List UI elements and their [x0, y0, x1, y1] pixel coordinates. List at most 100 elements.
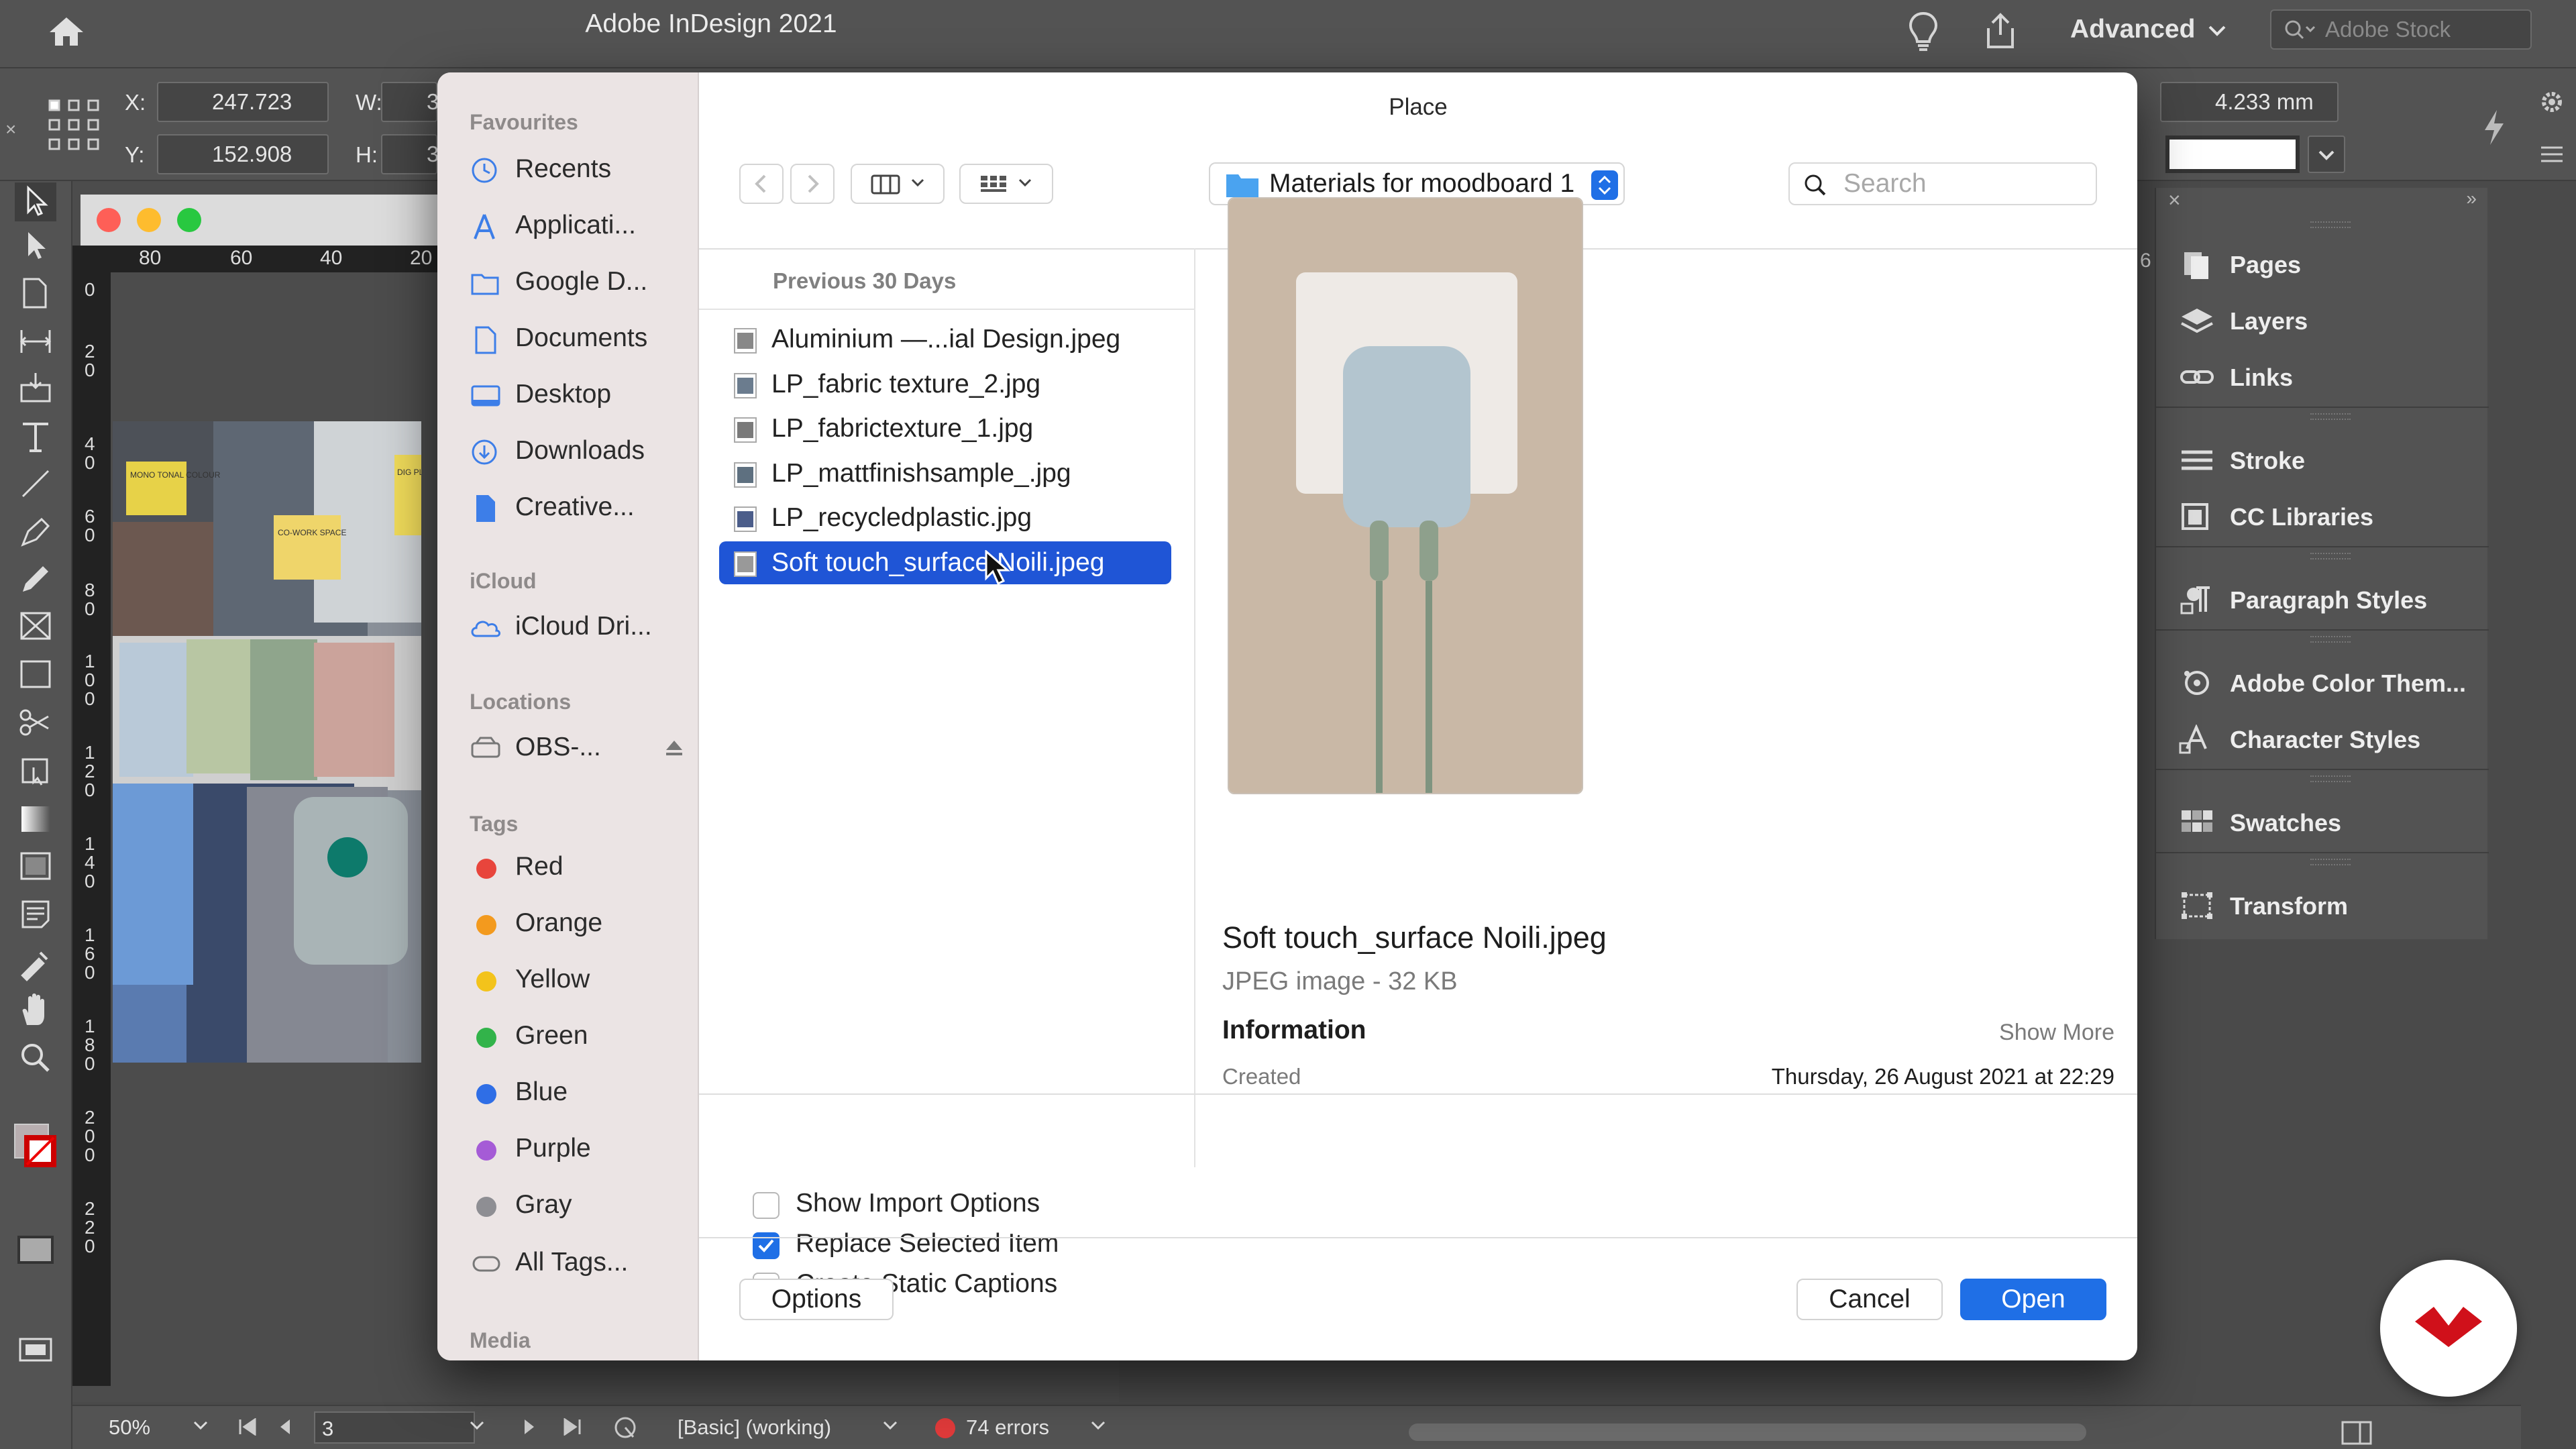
- collapse-panels-icon[interactable]: »: [2466, 188, 2477, 209]
- chevron-down-icon[interactable]: [1089, 1417, 1107, 1434]
- horizontal-scrollbar[interactable]: [1409, 1424, 2086, 1441]
- share-icon[interactable]: [1982, 11, 2019, 51]
- sidebar-item-applications[interactable]: Applicati...: [470, 203, 691, 250]
- panel-paragraph-styles[interactable]: Paragraph Styles: [2156, 572, 2489, 628]
- panel-character-styles[interactable]: Character Styles: [2156, 711, 2489, 767]
- preflight-profile[interactable]: [Basic] (working): [678, 1415, 831, 1440]
- stroke-weight-field[interactable]: 4.233 mm: [2160, 82, 2339, 122]
- cancel-button[interactable]: Cancel: [1796, 1279, 1943, 1320]
- panel-grip[interactable]: [2310, 859, 2351, 865]
- eject-icon[interactable]: [664, 738, 684, 758]
- sidebar-item-documents[interactable]: Documents: [470, 315, 691, 362]
- content-collector-icon[interactable]: [13, 368, 58, 409]
- checkbox[interactable]: [753, 1192, 780, 1219]
- chevron-down-icon[interactable]: [192, 1417, 209, 1434]
- open-button[interactable]: Open: [1960, 1279, 2106, 1320]
- sidebar-item-obs-drive[interactable]: OBS-...: [470, 724, 691, 771]
- note-tool-icon[interactable]: [13, 894, 58, 935]
- error-count[interactable]: 74 errors: [966, 1415, 1049, 1440]
- updown-chevron-icon[interactable]: [1591, 170, 1618, 200]
- y-position-field[interactable]: 152.908 mm: [157, 134, 329, 204]
- page-number-field[interactable]: 3: [314, 1411, 475, 1444]
- panel-cc-libraries[interactable]: CC Libraries: [2156, 488, 2489, 545]
- sidebar-item-google-drive[interactable]: Google D...: [470, 259, 691, 306]
- option-row[interactable]: Replace Selected Item: [753, 1229, 1155, 1263]
- selection-tool-icon[interactable]: [13, 181, 58, 223]
- group-by-button[interactable]: [959, 164, 1053, 204]
- first-page-icon[interactable]: [237, 1418, 258, 1436]
- panel-transform[interactable]: Transform: [2156, 877, 2489, 934]
- width-field[interactable]: 3: [381, 82, 439, 122]
- panel-grip[interactable]: [2310, 221, 2351, 228]
- lightning-icon[interactable]: [2482, 109, 2506, 146]
- sidebar-item-tag-blue[interactable]: Blue: [470, 1069, 691, 1116]
- chevron-down-icon[interactable]: [881, 1417, 899, 1434]
- lightbulb-icon[interactable]: [1907, 11, 1940, 54]
- file-list-item[interactable]: LP_fabrictexture_1.jpg: [719, 407, 1171, 450]
- toggle-panel-icon[interactable]: [2341, 1421, 2372, 1445]
- zoom-tool-icon[interactable]: [13, 1037, 58, 1079]
- eyedropper-tool-icon[interactable]: [13, 942, 58, 983]
- minimize-window-icon[interactable]: [137, 208, 161, 232]
- stroke-type-dropdown[interactable]: [2308, 136, 2345, 173]
- close-window-icon[interactable]: [97, 208, 121, 232]
- hamburger-menu-icon[interactable]: [2538, 142, 2565, 166]
- view-mode-icon[interactable]: [13, 1228, 58, 1269]
- file-list-item[interactable]: Soft touch_surface Noili.jpeg: [719, 541, 1171, 584]
- last-page-icon[interactable]: [562, 1418, 582, 1436]
- free-transform-tool-icon[interactable]: [13, 750, 58, 792]
- sidebar-item-creative-cloud[interactable]: Creative...: [470, 484, 691, 531]
- panel-links[interactable]: Links: [2156, 349, 2489, 405]
- rectangle-frame-tool-icon[interactable]: [13, 605, 58, 647]
- option-row[interactable]: Show Import Options: [753, 1189, 1155, 1222]
- gradient-feather-tool-icon[interactable]: [13, 845, 58, 887]
- line-tool-icon[interactable]: [13, 463, 58, 504]
- gear-icon[interactable]: [2538, 89, 2565, 115]
- checkbox[interactable]: [753, 1232, 780, 1259]
- search-input[interactable]: Search: [1788, 162, 2097, 205]
- sidebar-item-all-tags[interactable]: All Tags...: [470, 1240, 691, 1287]
- panel-layers[interactable]: Layers: [2156, 292, 2489, 349]
- panel-grip[interactable]: [2310, 553, 2351, 559]
- workspace-switcher[interactable]: Advanced: [2070, 15, 2195, 44]
- sidebar-item-tag-red[interactable]: Red: [470, 844, 691, 891]
- sidebar-item-desktop[interactable]: Desktop: [470, 372, 691, 419]
- sidebar-item-tag-orange[interactable]: Orange: [470, 900, 691, 947]
- view-mode-button[interactable]: [851, 164, 945, 204]
- chevron-down-icon[interactable]: [2207, 24, 2227, 38]
- rectangle-tool-icon[interactable]: [13, 653, 58, 695]
- fill-stroke-swatch-icon[interactable]: [13, 1111, 58, 1175]
- sidebar-item-icloud-drive[interactable]: iCloud Dri...: [470, 604, 691, 651]
- adobe-stock-search[interactable]: Adobe Stock: [2270, 9, 2532, 50]
- scissors-tool-icon[interactable]: [13, 702, 58, 743]
- sidebar-item-tag-gray[interactable]: Gray: [470, 1182, 691, 1229]
- file-list-item[interactable]: LP_mattfinishsample_.jpg: [719, 452, 1171, 495]
- panel-pages[interactable]: Pages: [2156, 236, 2489, 292]
- page-tool-icon[interactable]: [13, 272, 58, 314]
- zoom-level[interactable]: 50%: [109, 1415, 150, 1440]
- file-list-item[interactable]: Aluminium —...ial Design.jpeg: [719, 318, 1171, 361]
- previous-page-icon[interactable]: [278, 1418, 292, 1436]
- panel-adobe-color-themes[interactable]: Adobe Color Them...: [2156, 655, 2489, 711]
- next-page-icon[interactable]: [522, 1418, 537, 1436]
- file-list-item[interactable]: LP_recycledplastic.jpg: [719, 496, 1171, 539]
- panel-grip[interactable]: [2310, 775, 2351, 782]
- show-more-link[interactable]: Show More: [1999, 1020, 2114, 1046]
- x-position-field[interactable]: 247.723 mm: [157, 82, 329, 152]
- sidebar-item-tag-yellow[interactable]: Yellow: [470, 957, 691, 1004]
- panel-grip[interactable]: [2310, 636, 2351, 643]
- direct-selection-tool-icon[interactable]: [13, 225, 58, 267]
- maximize-window-icon[interactable]: [177, 208, 201, 232]
- pencil-tool-icon[interactable]: [13, 558, 58, 600]
- options-button[interactable]: Options: [739, 1279, 894, 1320]
- stroke-type-swatch[interactable]: [2165, 136, 2300, 173]
- panel-grip[interactable]: [2310, 413, 2351, 420]
- sidebar-item-tag-purple[interactable]: Purple: [470, 1126, 691, 1173]
- close-icon[interactable]: ×: [5, 119, 16, 140]
- close-icon[interactable]: ×: [2168, 188, 2181, 213]
- forward-button[interactable]: [790, 164, 835, 204]
- type-tool-icon[interactable]: [13, 416, 58, 458]
- gradient-swatch-tool-icon[interactable]: [13, 798, 58, 840]
- panel-swatches[interactable]: Swatches: [2156, 794, 2489, 851]
- back-button[interactable]: [739, 164, 784, 204]
